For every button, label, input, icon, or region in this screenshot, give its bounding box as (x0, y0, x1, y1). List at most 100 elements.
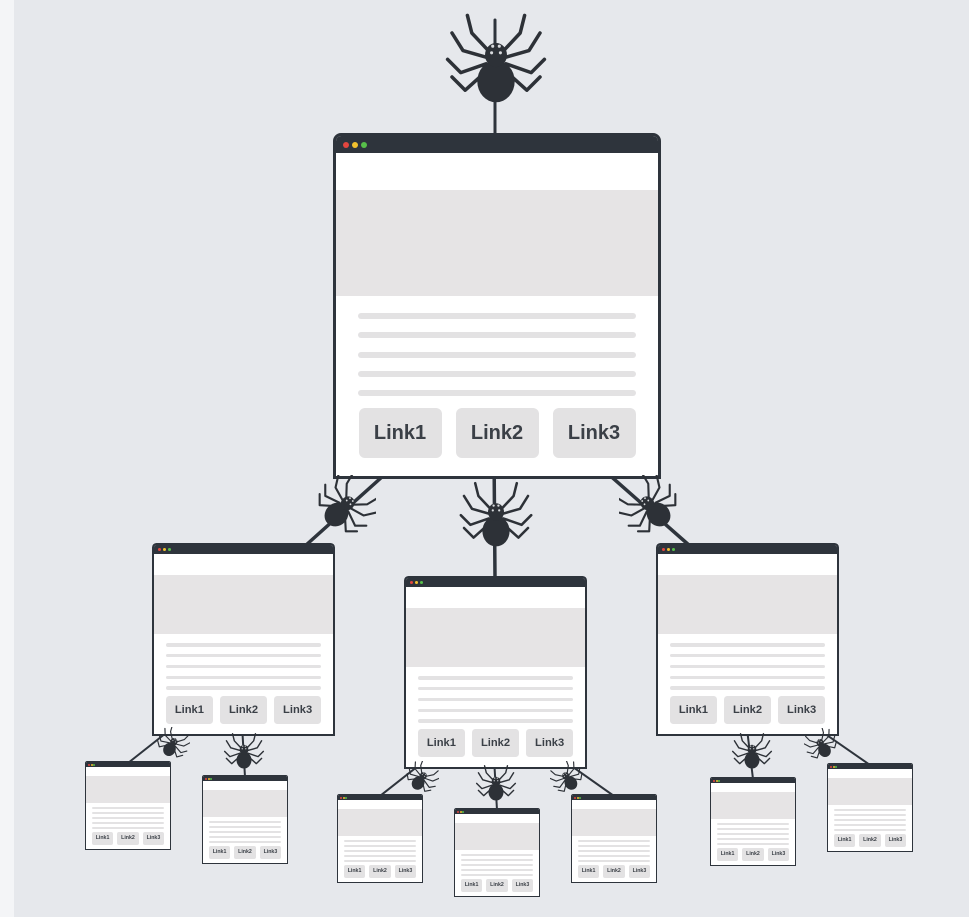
link-button-2[interactable]: Link2 (742, 847, 764, 861)
spider-icon (406, 761, 439, 792)
link-button-3[interactable]: Link3 (778, 696, 825, 725)
link-button-2[interactable]: Link2 (220, 696, 267, 725)
window-title-bar (828, 764, 912, 769)
link-button-1[interactable]: Link1 (166, 696, 213, 725)
text-line-placeholder (833, 819, 907, 821)
link-button-1[interactable]: Link1 (418, 729, 465, 758)
hero-placeholder (455, 822, 539, 850)
link-button-1[interactable]: Link1 (716, 847, 739, 861)
link-button-2[interactable]: Link2 (117, 831, 139, 845)
hero-placeholder (203, 789, 287, 817)
link-button-2[interactable]: Link2 (486, 878, 508, 892)
minimize-dot-icon (666, 548, 671, 552)
spider-icon (475, 765, 517, 801)
close-dot-icon (343, 141, 349, 148)
link-button-3[interactable]: Link3 (259, 845, 282, 859)
text-line-placeholder (91, 822, 165, 824)
link-button-1[interactable]: Link1 (358, 408, 442, 458)
link-button-2[interactable]: Link2 (369, 864, 391, 878)
link-button-2[interactable]: Link2 (859, 833, 881, 847)
text-line-placeholder (166, 664, 321, 669)
text-line-placeholder (460, 869, 534, 871)
link-button-1[interactable]: Link1 (833, 833, 856, 847)
text-line-placeholder (343, 855, 417, 857)
link-button-3[interactable]: Link3 (394, 864, 417, 878)
minimize-dot-icon (459, 810, 462, 813)
window-title-bar (203, 776, 287, 781)
link-button-3[interactable]: Link3 (552, 408, 636, 458)
window-title-bar (455, 809, 539, 814)
text-line-placeholder (358, 370, 636, 377)
link-button-3[interactable]: Link3 (767, 847, 790, 861)
text-line-placeholder (577, 860, 651, 862)
close-dot-icon (204, 777, 207, 780)
link-button-3[interactable]: Link3 (884, 833, 907, 847)
text-line-placeholder (577, 840, 651, 842)
text-line-placeholder (166, 643, 321, 647)
link-button-1[interactable]: Link1 (208, 845, 231, 859)
window-title-bar (406, 578, 585, 588)
link-button-2[interactable]: Link2 (603, 864, 625, 878)
leaf-page-window-4: Link1 Link2 Link3 (454, 808, 540, 897)
minimize-dot-icon (90, 763, 93, 766)
subpage-window-2: Link1 Link2 Link3 (404, 576, 587, 769)
window-title-bar (658, 545, 837, 555)
text-line-placeholder (833, 829, 907, 831)
link-button-2[interactable]: Link2 (234, 845, 256, 859)
spider-icon (550, 761, 583, 792)
maximize-dot-icon (419, 581, 424, 585)
minimize-dot-icon (715, 779, 718, 782)
leaf-page-window-2: Link1 Link2 Link3 (202, 775, 288, 864)
leaf-page-window-7: Link1 Link2 Link3 (827, 763, 913, 852)
link-button-1[interactable]: Link1 (91, 831, 114, 845)
text-line-placeholder (343, 860, 417, 862)
minimize-dot-icon (352, 141, 358, 148)
hero-placeholder (406, 608, 585, 667)
hero-placeholder (336, 190, 658, 296)
text-line-placeholder (91, 817, 165, 819)
link-button-3[interactable]: Link3 (274, 696, 321, 725)
close-dot-icon (409, 581, 414, 585)
close-dot-icon (829, 765, 832, 768)
text-line-placeholder (166, 675, 321, 679)
text-line-placeholder (833, 809, 907, 811)
text-line-placeholder (716, 828, 790, 830)
text-line-placeholder (358, 312, 636, 319)
subpage-window-1: Link1 Link2 Link3 (152, 543, 335, 736)
minimize-dot-icon (207, 777, 210, 780)
link-button-2[interactable]: Link2 (724, 696, 771, 725)
spider-icon (619, 475, 677, 533)
link-button-1[interactable]: Link1 (343, 864, 366, 878)
link-button-2[interactable]: Link2 (455, 408, 539, 458)
text-line-placeholder (460, 854, 534, 856)
maximize-dot-icon (718, 779, 721, 782)
maximize-dot-icon (671, 548, 676, 552)
link-button-1[interactable]: Link1 (460, 878, 483, 892)
close-dot-icon (339, 796, 342, 799)
link-button-1[interactable]: Link1 (577, 864, 600, 878)
maximize-dot-icon (210, 777, 213, 780)
text-line-placeholder (670, 654, 825, 658)
link-button-3[interactable]: Link3 (526, 729, 573, 758)
main-page-window: Link1 Link2 Link3 (333, 133, 661, 479)
text-line-placeholder (418, 687, 573, 691)
text-line-placeholder (343, 840, 417, 842)
hero-placeholder (711, 791, 795, 819)
spider-icon (223, 733, 265, 769)
text-line-placeholder (418, 708, 573, 712)
link-button-3[interactable]: Link3 (142, 831, 165, 845)
minimize-dot-icon (832, 765, 835, 768)
close-dot-icon (456, 810, 459, 813)
text-line-placeholder (91, 812, 165, 814)
spider-icon (731, 733, 773, 769)
link-button-3[interactable]: Link3 (511, 878, 534, 892)
text-line-placeholder (91, 807, 165, 809)
text-line-placeholder (91, 827, 165, 829)
link-button-3[interactable]: Link3 (628, 864, 651, 878)
text-line-placeholder (460, 874, 534, 876)
spider-icon (804, 728, 837, 759)
text-line-placeholder (833, 814, 907, 816)
minimize-dot-icon (342, 796, 345, 799)
link-button-2[interactable]: Link2 (472, 729, 519, 758)
link-button-1[interactable]: Link1 (670, 696, 717, 725)
